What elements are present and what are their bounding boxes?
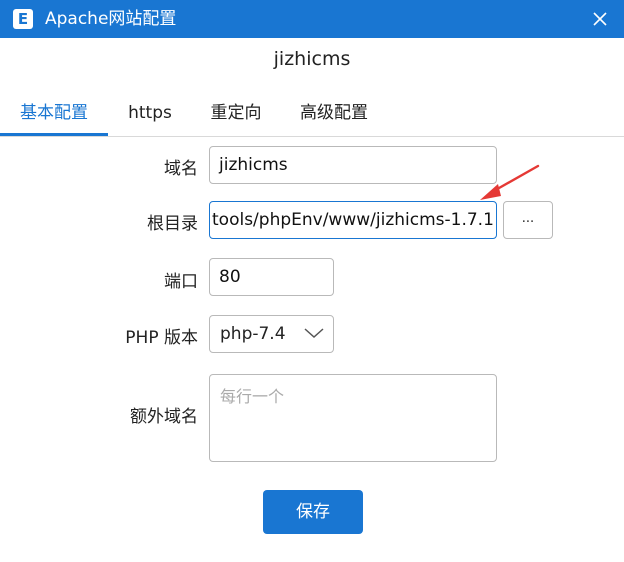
- root-dir-label: 根目录: [147, 214, 198, 234]
- window-title: Apache网站配置: [45, 9, 177, 29]
- php-version-value: php-7.4: [220, 324, 286, 344]
- domain-input[interactable]: jizhicms: [209, 146, 497, 184]
- close-icon[interactable]: [590, 9, 610, 29]
- title-bar: E Apache网站配置: [0, 0, 624, 38]
- chevron-down-icon: [304, 328, 324, 339]
- domain-label: 域名: [164, 159, 198, 179]
- tab-https[interactable]: https: [112, 92, 188, 134]
- tab-redirect[interactable]: 重定向: [196, 92, 276, 134]
- tab-bar: 基本配置 https 重定向 高级配置: [0, 92, 624, 137]
- tab-advanced-config[interactable]: 高级配置: [290, 92, 378, 134]
- app-logo-icon: E: [13, 9, 33, 29]
- site-name-heading: jizhicms: [273, 48, 351, 70]
- port-input[interactable]: 80: [209, 258, 334, 296]
- php-version-label: PHP 版本: [125, 328, 198, 348]
- save-button[interactable]: 保存: [263, 490, 363, 534]
- port-label: 端口: [164, 272, 198, 292]
- php-version-select[interactable]: php-7.4: [209, 315, 334, 353]
- red-arrow-icon: [480, 164, 540, 200]
- tab-basic-config[interactable]: 基本配置: [0, 92, 108, 136]
- extra-domains-label: 额外域名: [130, 407, 198, 427]
- apache-site-config-window: E Apache网站配置 jizhicms 基本配置 https 重定向 高级配…: [0, 0, 624, 562]
- extra-domains-textarea[interactable]: 每行一个: [209, 374, 497, 462]
- root-dir-input[interactable]: tools/phpEnv/www/jizhicms-1.7.1: [209, 201, 497, 239]
